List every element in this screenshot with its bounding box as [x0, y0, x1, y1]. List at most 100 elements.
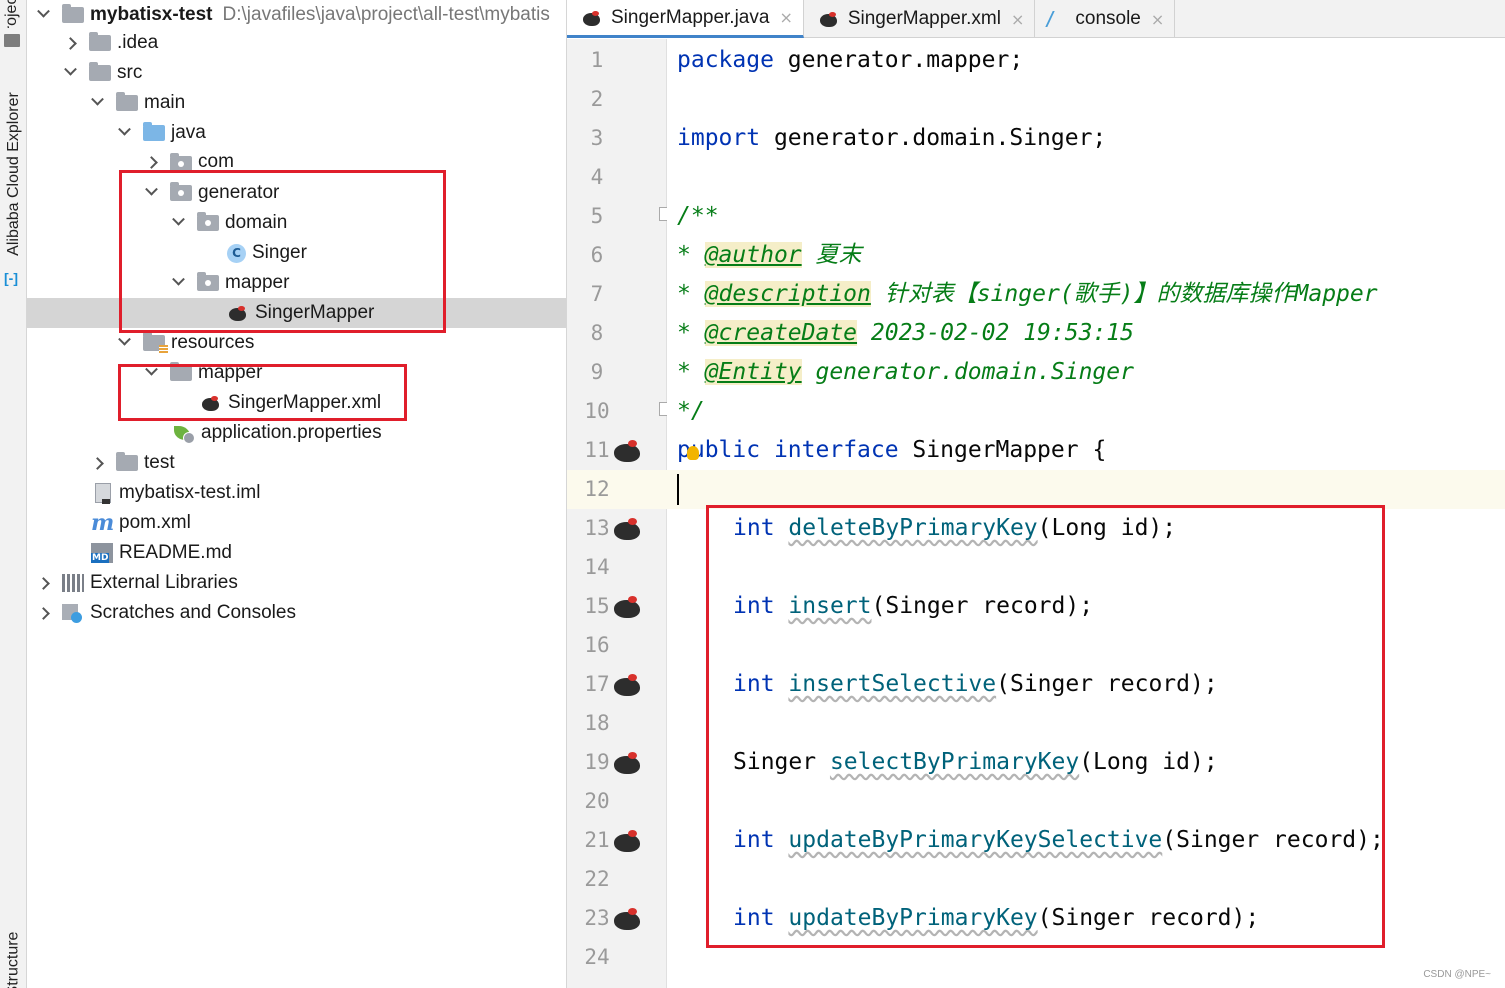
chevron-down-icon[interactable] — [37, 4, 50, 18]
tree-row-java[interactable]: java — [27, 118, 566, 148]
chevron-right-icon[interactable] — [37, 606, 50, 620]
chevron-down-icon[interactable] — [91, 92, 104, 106]
folder-icon — [89, 32, 111, 51]
project-tool-label: Project — [2, 0, 20, 28]
navigate-to-xml-icon[interactable] — [612, 517, 648, 546]
tree-label-com: com — [198, 151, 234, 170]
chevron-down-icon[interactable] — [64, 62, 77, 76]
navigate-to-xml-icon[interactable] — [612, 439, 648, 468]
sql-console-icon — [1045, 11, 1072, 27]
folder-icon — [116, 452, 138, 471]
line-number: 18 — [584, 711, 610, 735]
mybatis-xml-icon — [818, 10, 840, 28]
navigate-to-xml-icon[interactable] — [612, 907, 648, 936]
alibaba-cloud-icon[interactable]: [-] — [4, 270, 18, 286]
editor-tab-bar: SingerMapper.java × SingerMapper.xml × c… — [567, 0, 1505, 38]
tree-row-com[interactable]: com — [27, 148, 566, 170]
tree-row-root[interactable]: mybatisx-test D:\javafiles\java\project\… — [27, 0, 566, 30]
tree-label-idea: .idea — [117, 32, 159, 53]
tree-label-readme: README.md — [119, 542, 232, 563]
tree-row-external-libraries[interactable]: External Libraries — [27, 568, 566, 598]
tab-label: SingerMapper.xml — [847, 8, 1001, 29]
alibaba-cloud-explorer-label: Alibaba Cloud Explorer — [4, 92, 22, 256]
code-line-7[interactable]: * @description 针对表【singer(歌手)】的数据库操作Mapp… — [677, 275, 1378, 314]
watermark: CSDN @NPE~ — [1423, 969, 1491, 980]
close-icon[interactable]: × — [1011, 10, 1024, 29]
chevron-right-icon[interactable] — [145, 156, 158, 169]
navigate-to-xml-icon[interactable] — [612, 751, 648, 780]
alibaba-cloud-explorer-tab[interactable]: Alibaba Cloud Explorer — [0, 84, 26, 264]
structure-tool-label: Structure — [4, 931, 22, 988]
code-line-1[interactable]: package generator.mapper; — [677, 41, 1023, 80]
current-line[interactable] — [667, 470, 1505, 509]
tree-row-test[interactable]: test — [27, 448, 566, 478]
tab-singer-mapper-java[interactable]: SingerMapper.java × — [567, 0, 804, 38]
line-number: 9 — [590, 360, 604, 384]
chevron-right-icon[interactable] — [64, 36, 77, 50]
tab-console[interactable]: console × — [1035, 0, 1176, 38]
code-line-11[interactable]: public interface SingerMapper { — [677, 431, 1106, 470]
project-tool-tab[interactable]: Project — [0, 0, 26, 28]
tab-label: console — [1075, 8, 1141, 29]
tree-row-idea[interactable]: .idea — [27, 28, 566, 58]
line-number: 1 — [590, 48, 604, 72]
editor-gutter: 1 2 3 4 5 6 7 8 9 10 11 12 13 14 15 16 1… — [567, 39, 671, 988]
project-root-label: mybatisx-test — [90, 4, 213, 25]
line-number: 7 — [590, 282, 604, 306]
project-tree: mybatisx-test D:\javafiles\java\project\… — [27, 0, 567, 988]
line-number: 20 — [584, 789, 610, 813]
tree-label-src: src — [117, 62, 143, 83]
close-icon[interactable]: × — [1151, 10, 1164, 29]
navigate-to-xml-icon[interactable] — [612, 673, 648, 702]
tree-row-pom[interactable]: m pom.xml — [27, 508, 566, 538]
tree-label-resources: resources — [171, 332, 255, 353]
chevron-down-icon[interactable] — [118, 332, 131, 346]
text-caret — [677, 474, 679, 505]
tree-label-test: test — [144, 452, 175, 473]
navigate-to-xml-icon[interactable] — [612, 829, 648, 858]
library-icon — [62, 574, 84, 592]
tree-row-readme[interactable]: README.md — [27, 538, 566, 568]
line-number: 22 — [584, 867, 610, 891]
tree-row-scratches[interactable]: Scratches and Consoles — [27, 598, 566, 628]
line-number: 12 — [584, 477, 610, 501]
tab-singer-mapper-xml[interactable]: SingerMapper.xml × — [804, 0, 1036, 38]
chevron-down-icon[interactable] — [118, 122, 131, 136]
code-line-6[interactable]: * @author 夏末 — [677, 236, 862, 275]
line-number: 24 — [584, 945, 610, 969]
module-file-icon — [95, 483, 111, 504]
line-number: 5 — [590, 204, 604, 228]
tab-label: SingerMapper.java — [611, 6, 770, 28]
intention-bulb-icon[interactable] — [687, 446, 699, 460]
line-number: 10 — [584, 399, 610, 423]
line-number: 3 — [590, 126, 604, 150]
navigate-to-xml-icon[interactable] — [612, 595, 648, 624]
line-number: 6 — [590, 243, 604, 267]
code-line-9[interactable]: * @Entity generator.domain.Singer — [677, 353, 1134, 392]
project-folder-icon[interactable] — [4, 34, 20, 47]
close-icon[interactable]: × — [779, 8, 792, 27]
tree-label-java: java — [171, 122, 206, 143]
tree-row-src[interactable]: src — [27, 58, 566, 88]
annotation-box-java-package — [119, 170, 446, 333]
tree-row-application-properties[interactable]: application.properties — [27, 418, 566, 448]
chevron-right-icon[interactable] — [37, 576, 50, 590]
annotation-box-mapper-methods — [706, 505, 1385, 948]
tree-label-pom: pom.xml — [119, 512, 191, 533]
maven-icon: m — [91, 510, 115, 536]
mybatis-mapper-icon — [581, 9, 603, 27]
folder-icon — [116, 92, 138, 111]
tool-window-strip: Project Alibaba Cloud Explorer [-] Struc… — [0, 0, 27, 988]
code-line-10[interactable]: */ — [677, 392, 705, 431]
source-folder-icon — [143, 122, 165, 141]
tree-row-main[interactable]: main — [27, 88, 566, 118]
code-line-3[interactable]: import generator.domain.Singer; — [677, 119, 1106, 158]
code-line-5[interactable]: /** — [677, 197, 719, 236]
resources-folder-icon — [143, 332, 168, 354]
structure-tool-tab[interactable]: Structure — [0, 932, 26, 988]
chevron-right-icon[interactable] — [91, 456, 104, 470]
tree-row-iml[interactable]: mybatisx-test.iml — [27, 478, 566, 508]
code-editor[interactable]: package generator.mapper; import generat… — [667, 39, 1505, 988]
scratches-icon — [62, 602, 84, 624]
code-line-8[interactable]: * @createDate 2023-02-02 19:53:15 — [677, 314, 1134, 353]
